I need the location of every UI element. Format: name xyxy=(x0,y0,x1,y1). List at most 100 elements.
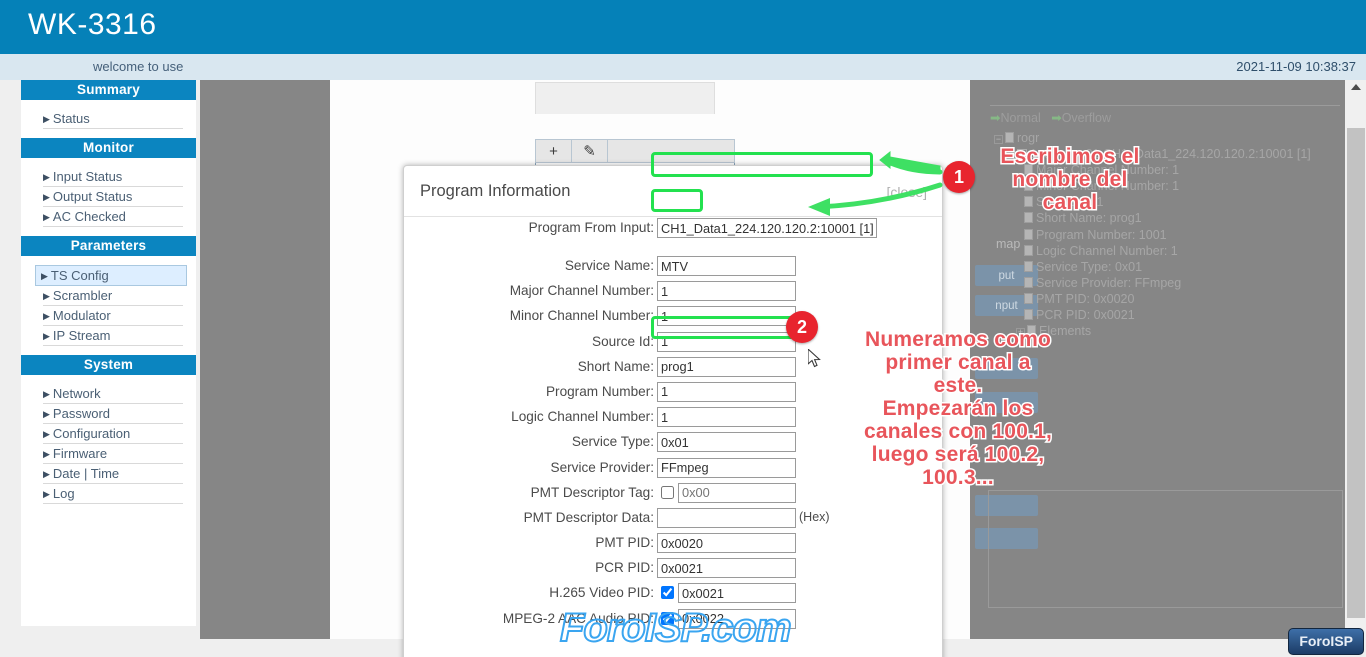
app-logo: WK-3316 xyxy=(28,8,157,41)
sidebar-item-log[interactable]: ▶ Log xyxy=(43,484,183,504)
status-overflow-label: Overflow xyxy=(1061,111,1112,125)
field-label: Program From Input: xyxy=(528,220,654,235)
scroll-up-icon[interactable] xyxy=(1351,84,1361,90)
corner-watermark-badge: ForoISP xyxy=(1288,628,1364,655)
collapse-icon[interactable]: − xyxy=(994,135,1003,144)
add-icon[interactable]: + xyxy=(536,140,572,162)
sidebar-item-configuration[interactable]: ▶ Configuration xyxy=(43,424,183,444)
output-status-legend: ➡Normal ➡Overflow xyxy=(990,110,1111,125)
sidebar-item-ac-checked[interactable]: ▶ AC Checked xyxy=(43,207,183,227)
app-root: WK-3316 welcome to use 2021-11-09 10:38:… xyxy=(0,0,1366,657)
sidebar-group-monitor: Monitor xyxy=(21,138,196,158)
caret-icon: ▶ xyxy=(43,469,50,479)
form-row-pmt-pid: PMT PID: xyxy=(404,533,944,558)
sidebar-item-date-time[interactable]: ▶ Date | Time xyxy=(43,464,183,484)
form-row-major-channel-number: Major Channel Number: xyxy=(404,281,944,306)
service-name-field[interactable] xyxy=(657,256,796,276)
sidebar-item-label: Password xyxy=(52,406,110,421)
sidebar-item-label: Modulator xyxy=(52,308,111,323)
form-row-service-name: Service Name: xyxy=(404,256,944,281)
field-label: Major Channel Number: xyxy=(509,283,654,299)
field-label: PCR PID: xyxy=(595,560,654,576)
caret-icon: ▶ xyxy=(43,212,50,222)
field-label: Service Name: xyxy=(564,258,654,273)
sidebar-item-label: Output Status xyxy=(52,189,133,204)
pcr-pid-field[interactable] xyxy=(657,558,796,579)
source-id-field[interactable] xyxy=(657,331,796,352)
pmt-pid-field[interactable] xyxy=(657,533,796,554)
caret-icon: ▶ xyxy=(43,331,50,341)
caret-icon: ▶ xyxy=(43,291,50,301)
service-provider-field[interactable] xyxy=(657,457,796,478)
sidebar-item-network[interactable]: ▶ Network xyxy=(43,384,183,404)
status-normal-label: Normal xyxy=(1000,111,1041,125)
logic-channel-number-field[interactable] xyxy=(657,407,796,428)
form-row-pcr-pid: PCR PID: xyxy=(404,558,944,583)
annotation-text-2: Numeramos como primer canal a este. Empezar… xyxy=(862,327,1053,491)
annotation-badge-2: 2 xyxy=(786,311,818,343)
sidebar-group-summary: Summary xyxy=(21,80,196,100)
sidebar-group-parameters: Parameters xyxy=(21,236,196,256)
field-label: H.265 Video PID: xyxy=(549,585,654,601)
top-header-bar: WK-3316 xyxy=(0,0,1366,53)
file-icon xyxy=(1024,244,1033,256)
form-row-h265-video-pid: H.265 Video PID: xyxy=(404,583,944,608)
sidebar-item-password[interactable]: ▶ Password xyxy=(43,404,183,424)
caret-icon: ▶ xyxy=(43,114,50,124)
sidebar-item-label: Scrambler xyxy=(52,288,113,303)
vscroll-thumb[interactable] xyxy=(1347,128,1365,618)
sidebar-item-ip-stream[interactable]: ▶ IP Stream xyxy=(43,326,183,346)
vertical-scrollbar[interactable] xyxy=(1345,80,1366,639)
pmt-descriptor-data-field[interactable] xyxy=(657,507,796,528)
hex-note-label: (Hex) xyxy=(799,509,830,524)
sidebar-item-label: Configuration xyxy=(52,426,131,441)
h265-video-pid-checkbox[interactable] xyxy=(661,586,674,600)
sidebar-item-status[interactable]: ▶ Status xyxy=(43,109,183,129)
dialog-header: Program Information [close] xyxy=(404,166,942,217)
tree-root-label: rogr xyxy=(1017,131,1040,145)
sidebar-item-label: Network xyxy=(52,386,101,401)
caret-icon: ▶ xyxy=(41,271,48,281)
short-name-field[interactable] xyxy=(657,356,796,377)
h265-video-pid-field[interactable] xyxy=(678,583,796,604)
pmt-descriptor-tag-field[interactable] xyxy=(678,482,796,503)
file-icon xyxy=(1024,260,1033,272)
caret-icon: ▶ xyxy=(43,389,50,399)
caret-icon: ▶ xyxy=(43,172,50,182)
tab-strip xyxy=(535,82,715,114)
list-item: Service Type: 0x01 xyxy=(990,259,1345,275)
service-type-field[interactable] xyxy=(657,432,796,453)
sidebar-item-input-status[interactable]: ▶ Input Status xyxy=(43,167,183,187)
sidebar-item-label: IP Stream xyxy=(52,328,111,343)
sidebar-item-modulator[interactable]: ▶ Modulator xyxy=(43,306,183,326)
list-item: Logic Channel Number: 1 xyxy=(990,243,1345,259)
sidebar-item-label: Log xyxy=(52,486,75,501)
list-item: Service Provider: FFmpeg xyxy=(990,275,1345,291)
file-icon xyxy=(1024,228,1033,240)
major-channel-number-field[interactable] xyxy=(657,281,796,302)
sidebar-item-ts-config[interactable]: ▶ TS Config xyxy=(35,265,187,286)
sidebar-group-system: System xyxy=(21,355,196,375)
field-label: Service Provider: xyxy=(550,459,655,475)
program-from-input-field[interactable] xyxy=(657,218,877,238)
edit-pencil-icon[interactable]: ✎ xyxy=(572,140,608,162)
sidebar-item-firmware[interactable]: ▶ Firmware xyxy=(43,444,183,464)
sidebar-item-label: Input Status xyxy=(52,169,123,184)
close-link[interactable]: [close] xyxy=(887,184,927,200)
minor-channel-number-field[interactable] xyxy=(657,306,796,327)
caret-icon: ▶ xyxy=(43,449,50,459)
dialog-title: Program Information xyxy=(420,182,571,200)
tree-root-node[interactable]: − rogr xyxy=(990,130,1345,146)
sidebar-item-label: TS Config xyxy=(50,268,109,283)
sidebar-item-output-status[interactable]: ▶ Output Status xyxy=(43,187,183,207)
pmt-descriptor-tag-checkbox[interactable] xyxy=(661,485,674,499)
mouse-cursor-icon xyxy=(808,349,821,368)
field-label: Program Number: xyxy=(545,383,654,399)
caret-icon: ▶ xyxy=(43,409,50,419)
field-label: Service Type: xyxy=(571,434,654,450)
sidebar-item-scrambler[interactable]: ▶ Scrambler xyxy=(43,286,183,306)
caret-icon: ▶ xyxy=(43,489,50,499)
file-icon xyxy=(1024,292,1033,304)
sidebar-item-label: Date | Time xyxy=(52,466,120,481)
program-number-field[interactable] xyxy=(657,381,796,402)
